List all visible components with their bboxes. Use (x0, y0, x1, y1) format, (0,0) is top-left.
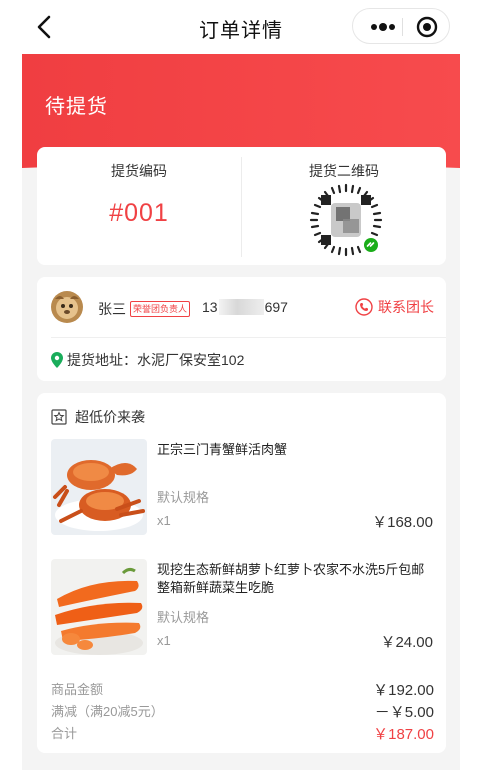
discount-value: －￥5.00 (374, 704, 434, 721)
goods-amount-value: ￥192.00 (373, 682, 434, 699)
leader-role-badge: 荣誉团负责人 (130, 301, 191, 317)
nav-bar: 订单详情 (22, 0, 460, 54)
pickup-code: #001 (109, 199, 169, 227)
product-spec: 默认规格 (157, 490, 210, 505)
record-circle-icon[interactable] (416, 16, 438, 38)
order-item[interactable]: 正宗三门青蟹鲜活肉蟹 默认规格 x1 ￥168.00 (51, 439, 433, 535)
contact-leader-label: 联系团长 (378, 299, 434, 315)
pickup-qr-label: 提货二维码 (309, 163, 379, 179)
discount-row: 满减（满20减5元） －￥5.00 (51, 701, 434, 721)
product-image-crab (51, 439, 147, 535)
pickup-card: 提货编码 #001 提货二维码 (37, 147, 446, 265)
order-section-header: 超低价来袭 (51, 407, 145, 427)
capsule-divider (402, 18, 403, 36)
goods-amount-row: 商品金额 ￥192.00 (51, 679, 434, 699)
goods-amount-label: 商品金额 (51, 682, 104, 697)
qr-code-icon[interactable] (309, 183, 383, 257)
contact-leader-button[interactable]: 联系团长 (355, 296, 434, 318)
product-image-carrot (51, 559, 147, 655)
pickup-address-text: 提货地址：水泥厂保安室102 (67, 352, 245, 368)
total-row: 合计 ￥187.00 (51, 723, 434, 743)
product-quantity: x1 (157, 513, 171, 528)
avatar (51, 291, 83, 323)
order-item[interactable]: 现挖生态新鲜胡萝卜红萝卜农家不水洗5斤包邮整箱新鲜蔬菜生吃脆 默认规格 x1 ￥… (51, 559, 433, 655)
product-name: 正宗三门青蟹鲜活肉蟹 (157, 442, 288, 457)
leader-divider (51, 337, 446, 338)
phone-suffix: 697 (264, 299, 288, 315)
order-section-title: 超低价来袭 (75, 409, 145, 425)
order-card: 超低价来袭 正宗三门青蟹鲜活肉蟹 默认规格 x1 ￥168.00 现挖生态新鲜胡… (37, 393, 446, 753)
product-spec: 默认规格 (157, 610, 210, 625)
location-pin-icon (51, 352, 63, 368)
pickup-qr-section: 提货二维码 (242, 147, 446, 265)
leader-name: 张三 (98, 301, 126, 317)
product-price: ￥24.00 (380, 634, 433, 651)
mini-program-frame: 订单详情 待提货 提货编码 #001 提货二维码 张三 荣誉团负责人 13 69… (22, 0, 460, 770)
phone-mask (218, 299, 264, 315)
pickup-code-section: 提货编码 #001 (37, 147, 241, 265)
phone-call-icon (355, 298, 373, 316)
total-value: ￥187.00 (373, 726, 434, 743)
leader-phone: 13 697 (202, 299, 288, 315)
capsule-menu (352, 8, 450, 44)
star-badge-icon (51, 409, 67, 425)
phone-prefix: 13 (202, 299, 218, 315)
product-quantity: x1 (157, 633, 171, 648)
product-price: ￥168.00 (372, 514, 433, 531)
total-label: 合计 (51, 726, 78, 741)
pickup-code-label: 提货编码 (111, 163, 167, 179)
pickup-address: 提货地址：水泥厂保安室102 (51, 350, 244, 370)
leader-card: 张三 荣誉团负责人 13 697 联系团长 提货地址：水泥厂保安室102 (37, 277, 446, 381)
more-dots-icon[interactable] (369, 20, 397, 34)
product-name: 现挖生态新鲜胡萝卜红萝卜农家不水洗5斤包邮整箱新鲜蔬菜生吃脆 (157, 562, 425, 595)
order-status: 待提货 (45, 96, 108, 118)
discount-label: 满减（满20减5元） (51, 704, 164, 719)
